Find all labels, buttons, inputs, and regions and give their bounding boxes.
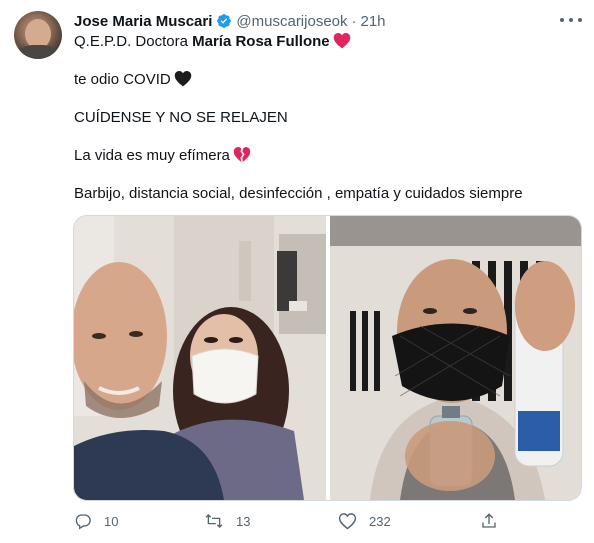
black-heart-icon <box>174 71 191 87</box>
red-heart-icon <box>333 33 350 49</box>
broken-heart-icon <box>233 147 251 162</box>
like-heart-icon <box>338 513 357 530</box>
text-prefix: Q.E.P.D. Doctora <box>74 33 193 50</box>
more-options-icon[interactable] <box>560 13 582 27</box>
avatar-body <box>18 45 58 59</box>
text-line-4: La vida es muy efímera <box>74 147 230 164</box>
masked-man-illustration <box>330 216 581 500</box>
tweet-text-line-3: CUÍDENSE Y NO SE RELAJEN <box>74 109 288 126</box>
author-handle[interactable]: @muscarijoseok <box>236 13 347 30</box>
retweet-button[interactable]: 13 <box>204 511 250 531</box>
avatar[interactable] <box>14 11 62 59</box>
retweet-count: 13 <box>236 513 251 529</box>
selfie-illustration <box>74 216 326 500</box>
text-line-2: te odio COVID <box>74 71 171 88</box>
tweet-text-line-2: te odio COVID <box>74 70 192 90</box>
photo-selfie-with-doctor[interactable] <box>74 216 326 500</box>
like-count: 232 <box>369 513 391 529</box>
reply-count: 10 <box>104 513 119 529</box>
tweet: Jose Maria Muscari @muscarijoseok · 21h … <box>0 0 594 543</box>
share-button[interactable] <box>480 511 498 531</box>
text-bold-name: María Rosa Fullone <box>192 33 330 50</box>
tweet-header: Jose Maria Muscari @muscarijoseok · 21h <box>74 11 386 31</box>
separator-dot: · <box>351 12 357 30</box>
timestamp[interactable]: 21h <box>361 13 386 30</box>
author-name[interactable]: Jose Maria Muscari <box>74 13 212 30</box>
verified-badge-icon <box>217 14 232 28</box>
retweet-icon <box>205 514 223 528</box>
like-button[interactable]: 232 <box>338 511 391 531</box>
reply-icon <box>75 514 91 530</box>
share-icon <box>482 513 496 528</box>
tweet-text-line-1: Q.E.P.D. Doctora María Rosa Fullone <box>74 32 351 52</box>
reply-button[interactable]: 10 <box>74 511 118 531</box>
tweet-text-line-5: Barbijo, distancia social, desinfección … <box>74 185 523 202</box>
photo-man-with-mask[interactable] <box>330 216 581 500</box>
tweet-text-line-4: La vida es muy efímera <box>74 146 251 166</box>
media-grid <box>73 215 582 501</box>
